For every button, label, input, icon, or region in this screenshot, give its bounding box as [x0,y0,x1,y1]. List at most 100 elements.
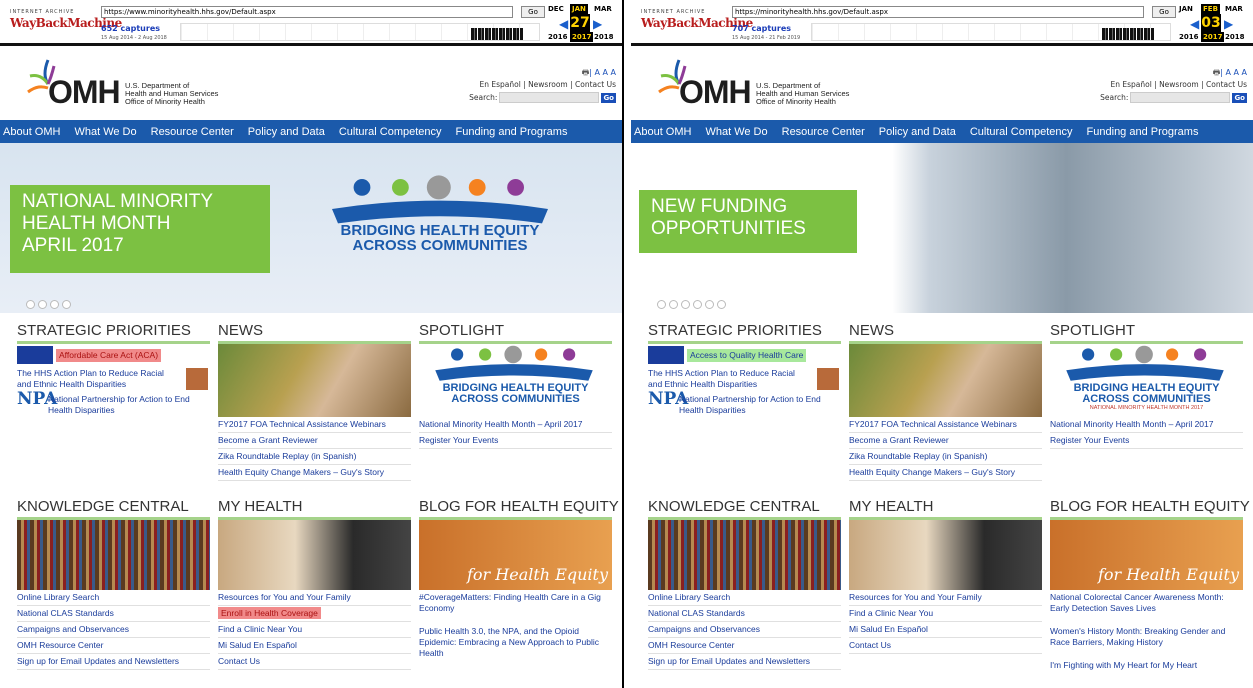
news-link[interactable]: FY2017 FOA Technical Assistance Webinars [218,417,411,433]
next-capture-arrow-icon[interactable]: ▶ [1224,17,1233,31]
hhs-action-plan-link[interactable]: The HHS Action Plan to Reduce Racial and … [17,366,210,392]
carousel-dot[interactable] [26,300,35,309]
news-link[interactable]: Health Equity Change Makers – Guy's Stor… [849,465,1042,481]
captures-link[interactable]: 707 captures [732,24,791,33]
my-health-image[interactable] [218,520,411,590]
knowledge-link[interactable]: Online Library Search [17,590,210,606]
next-month-label[interactable]: MAR [594,5,612,13]
next-year-label[interactable]: 2018 [1225,33,1244,41]
my-health-link[interactable]: Resources for You and Your Family [218,590,411,606]
nav-item[interactable]: Resource Center [782,126,865,138]
carousel-dot[interactable] [681,300,690,309]
carousel-dot[interactable] [38,300,47,309]
blog-image[interactable]: for Health Equity [1050,520,1243,590]
npa-link[interactable]: NPA National Partnership for Action to En… [17,391,210,418]
knowledge-link[interactable]: Campaigns and Observances [17,622,210,638]
go-button[interactable]: Go [1152,6,1176,18]
nav-item[interactable]: What We Do [74,126,136,138]
search-input[interactable] [499,92,600,103]
knowledge-link[interactable]: National CLAS Standards [17,606,210,622]
capture-histogram[interactable] [811,23,1171,41]
carousel-dot[interactable] [50,300,59,309]
url-input[interactable]: https://minorityhealth.hhs.gov/Default.a… [732,6,1144,18]
my-health-link[interactable]: Mi Salud En Español [849,622,1042,638]
prev-month-label[interactable]: JAN [1179,5,1193,13]
my-health-link[interactable]: Contact Us [849,638,1042,654]
nav-item[interactable]: Cultural Competency [970,126,1073,138]
blog-post-link[interactable]: Public Health 3.0, the NPA, and the Opio… [419,624,612,661]
text-size-tools[interactable]: 🖶| A A A [1213,67,1247,81]
nav-item[interactable]: Funding and Programs [1087,126,1199,138]
priority-row[interactable]: Affordable Care Act (ACA) [17,344,210,366]
news-link[interactable]: Become a Grant Reviewer [218,433,411,449]
omh-wordmark[interactable]: OMH [48,74,121,111]
nav-item[interactable]: Policy and Data [248,126,325,138]
knowledge-link[interactable]: National CLAS Standards [648,606,841,622]
nav-item[interactable]: About OMH [634,126,691,138]
spotlight-link[interactable]: National Minority Health Month – April 2… [419,417,612,433]
omh-wordmark[interactable]: OMH [679,74,752,111]
next-year-label[interactable]: 2018 [594,33,613,41]
knowledge-link[interactable]: Sign up for Email Updates and Newsletter… [648,654,841,670]
carousel-dot[interactable] [669,300,678,309]
nav-item[interactable]: Funding and Programs [456,126,568,138]
captures-link[interactable]: 652 captures [101,24,160,33]
nav-item[interactable]: What We Do [705,126,767,138]
my-health-image[interactable] [849,520,1042,590]
my-health-link[interactable]: Resources for You and Your Family [849,590,1042,606]
nav-item[interactable]: Resource Center [151,126,234,138]
text-size-label[interactable]: | A A A [589,68,616,77]
blog-post-link[interactable]: #CoverageMatters: Finding Health Care in… [419,590,612,616]
my-health-link[interactable]: Find a Clinic Near You [849,606,1042,622]
nav-item[interactable]: About OMH [3,126,60,138]
news-link[interactable]: Zika Roundtable Replay (in Spanish) [218,449,411,465]
knowledge-link[interactable]: Campaigns and Observances [648,622,841,638]
prev-month-label[interactable]: DEC [548,5,564,13]
carousel-dot[interactable] [62,300,71,309]
knowledge-library-image[interactable] [17,520,210,590]
go-button[interactable]: Go [521,6,545,18]
utility-links[interactable]: En Español | Newsroom | Contact Us [479,80,616,89]
search-input[interactable] [1130,92,1231,103]
my-health-link[interactable]: Mi Salud En Español [218,638,411,654]
my-health-link[interactable]: Enroll in Health Coverage [218,606,411,622]
text-size-tools[interactable]: 🖶| A A A [582,67,616,81]
blog-image[interactable]: for Health Equity [419,520,612,590]
text-size-label[interactable]: | A A A [1220,68,1247,77]
my-health-link[interactable]: Find a Clinic Near You [218,622,411,638]
carousel-dot[interactable] [693,300,702,309]
my-health-link[interactable]: Contact Us [218,654,411,670]
prev-capture-arrow-icon[interactable]: ◀ [1190,17,1199,31]
news-link[interactable]: Become a Grant Reviewer [849,433,1042,449]
carousel-dot[interactable] [717,300,726,309]
priority-link[interactable]: Access to Quality Health Care [687,348,807,362]
next-month-label[interactable]: MAR [1225,5,1243,13]
blog-post-link[interactable]: National Colorectal Cancer Awareness Mon… [1050,590,1243,616]
knowledge-library-image[interactable] [648,520,841,590]
prev-year-label[interactable]: 2016 [548,33,567,41]
knowledge-link[interactable]: OMH Resource Center [17,638,210,654]
hhs-action-plan-link[interactable]: The HHS Action Plan to Reduce Racial and … [648,366,841,392]
nav-item[interactable]: Policy and Data [879,126,956,138]
news-link[interactable]: FY2017 FOA Technical Assistance Webinars [849,417,1042,433]
spotlight-bridging-image[interactable]: BRIDGING HEALTH EQUITY ACROSS COMMUNITIES [419,344,612,417]
blog-post-link[interactable]: I'm Fighting with My Heart for My Heart [1050,658,1243,673]
npa-link[interactable]: NPA National Partnership for Action to En… [648,391,841,418]
spotlight-bridging-image[interactable]: BRIDGING HEALTH EQUITY ACROSS COMMUNITIES… [1050,344,1243,417]
news-link[interactable]: Health Equity Change Makers – Guy's Stor… [218,465,411,481]
url-input[interactable]: https://www.minorityhealth.hhs.gov/Defau… [101,6,513,18]
prev-capture-arrow-icon[interactable]: ◀ [559,17,568,31]
priority-row[interactable]: Access to Quality Health Care [648,344,841,366]
search-go-button[interactable]: Go [1232,92,1247,103]
news-family-image[interactable] [849,344,1042,417]
utility-links[interactable]: En Español | Newsroom | Contact Us [1110,80,1247,89]
prev-year-label[interactable]: 2016 [1179,33,1198,41]
hero-banner[interactable]: NEW FUNDING OPPORTUNITIES [631,143,1253,313]
spotlight-link[interactable]: Register Your Events [419,433,612,449]
news-link[interactable]: Zika Roundtable Replay (in Spanish) [849,449,1042,465]
priority-link[interactable]: Affordable Care Act (ACA) [56,348,162,362]
knowledge-link[interactable]: OMH Resource Center [648,638,841,654]
capture-histogram[interactable] [180,23,540,41]
knowledge-link[interactable]: Sign up for Email Updates and Newsletter… [17,654,210,670]
blog-post-link[interactable]: Women's History Month: Breaking Gender a… [1050,624,1243,650]
